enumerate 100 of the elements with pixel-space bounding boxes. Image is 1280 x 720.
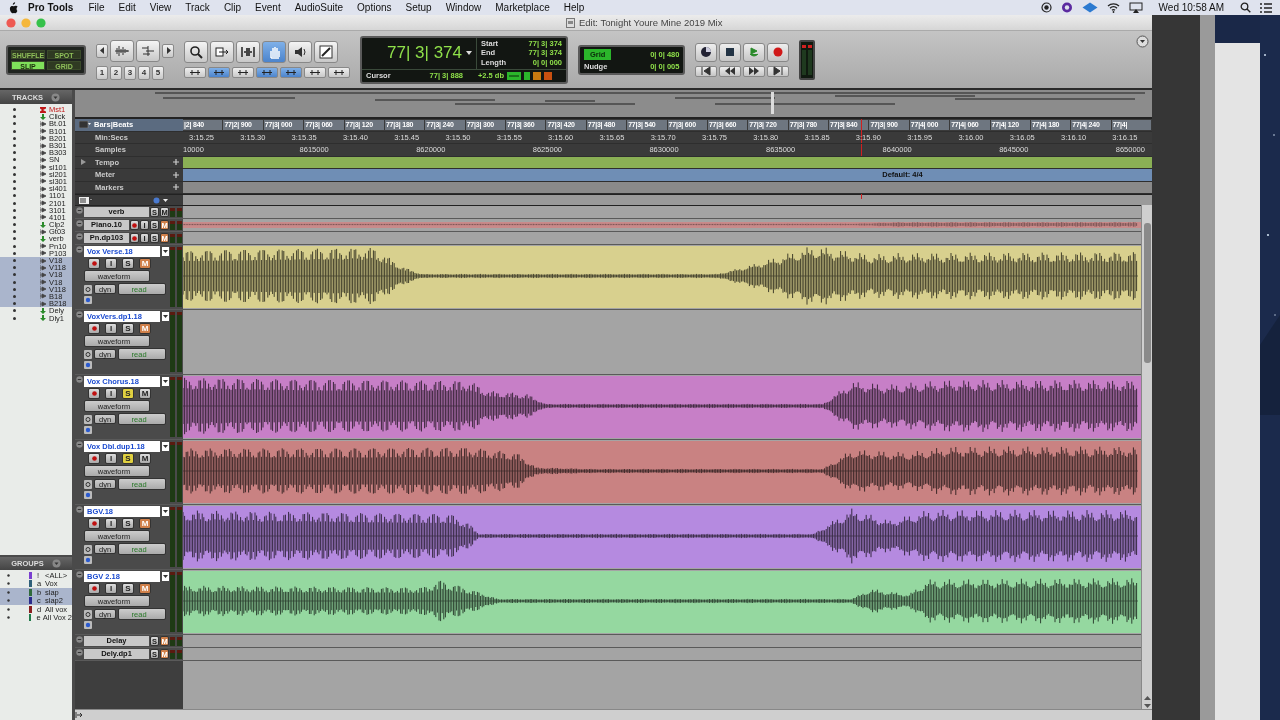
toolbar-toggle-button[interactable] — [280, 67, 302, 78]
waveform-zoom-button[interactable] — [110, 39, 134, 62]
active-dot-icon[interactable] — [7, 599, 10, 603]
close-button[interactable] — [6, 17, 16, 28]
mute-button[interactable]: M — [139, 388, 151, 399]
toolbar-toggle-button[interactable] — [184, 67, 206, 78]
collapse-icon[interactable] — [76, 571, 83, 578]
go-to-end-button[interactable] — [767, 65, 790, 77]
visibility-dot-icon[interactable] — [13, 194, 16, 198]
trim-tool-button[interactable] — [210, 41, 234, 63]
menu-item[interactable]: Window — [438, 2, 489, 13]
speaker-tool-button[interactable] — [288, 41, 312, 63]
solo-button[interactable]: S — [122, 453, 134, 464]
menu-item[interactable]: AudioSuite — [287, 2, 351, 13]
visibility-dot-icon[interactable] — [13, 230, 16, 234]
menu-item[interactable]: Edit — [111, 2, 143, 13]
visibility-dot-icon[interactable] — [13, 259, 16, 263]
gear-icon[interactable] — [84, 349, 92, 359]
menu-item[interactable]: Track — [178, 2, 217, 13]
selector-tool-button[interactable] — [236, 41, 260, 63]
input-monitor-button[interactable]: I — [105, 453, 117, 464]
wifi-icon[interactable] — [1106, 2, 1120, 13]
timebase-icon[interactable] — [153, 196, 171, 204]
gear-icon[interactable] — [84, 284, 92, 294]
zoom-preset-button[interactable]: 1 — [96, 65, 108, 80]
menu-icon[interactable] — [1260, 2, 1272, 13]
visibility-dot-icon[interactable] — [13, 179, 16, 183]
visibility-dot-icon[interactable] — [13, 316, 16, 320]
rewind-button[interactable] — [719, 65, 742, 77]
record-enable-button[interactable] — [130, 233, 139, 243]
toolbar-toggle-button[interactable] — [256, 67, 278, 78]
toolbar-toggle-button[interactable] — [328, 67, 350, 78]
link-icon[interactable] — [507, 71, 521, 80]
dropdown-arrow-icon[interactable] — [466, 51, 472, 55]
record-button[interactable] — [767, 42, 790, 62]
visibility-dot-icon[interactable] — [13, 187, 16, 191]
play-button[interactable] — [743, 42, 766, 62]
collapse-icon[interactable] — [76, 207, 83, 214]
solo-button[interactable]: S — [122, 388, 134, 399]
gear-icon[interactable] — [84, 414, 92, 424]
apple-menu-icon[interactable] — [8, 1, 20, 14]
visibility-dot-icon[interactable] — [13, 251, 16, 255]
active-dot-icon[interactable] — [7, 573, 10, 577]
fast-forward-button[interactable] — [743, 65, 766, 77]
record-enable-button[interactable] — [88, 518, 100, 529]
sync-icon[interactable] — [1060, 2, 1073, 13]
search-icon[interactable] — [1240, 2, 1251, 13]
visibility-dot-icon[interactable] — [13, 244, 16, 248]
collapse-icon[interactable] — [76, 233, 83, 240]
record-enable-button[interactable] — [88, 453, 100, 464]
memory-icon[interactable] — [524, 71, 530, 80]
zoom-out-button[interactable] — [96, 43, 108, 58]
return-to-zero-button[interactable] — [695, 65, 718, 77]
airplay-icon[interactable] — [1128, 2, 1143, 13]
visibility-dot-icon[interactable] — [13, 136, 16, 140]
scroll-arrows-icon[interactable] — [1143, 695, 1151, 709]
visibility-dot-icon[interactable] — [13, 215, 16, 219]
vertical-scrollbar[interactable] — [1141, 205, 1152, 709]
input-monitor-button[interactable]: I — [105, 258, 117, 269]
collapse-icon[interactable] — [76, 506, 83, 513]
visibility-dot-icon[interactable] — [13, 309, 16, 313]
active-dot-icon[interactable] — [7, 582, 10, 586]
solo-button[interactable]: S — [122, 518, 134, 529]
zoom-tool-button[interactable] — [184, 41, 208, 63]
dropdown-icon[interactable] — [162, 572, 169, 581]
record-enable-button[interactable] — [88, 583, 100, 594]
record-enable-button[interactable] — [130, 220, 139, 230]
zoom-preset-button[interactable]: 2 — [110, 65, 122, 80]
menu-item[interactable]: View — [142, 2, 179, 13]
visibility-dot-icon[interactable] — [13, 294, 16, 298]
visibility-dot-icon[interactable] — [13, 115, 16, 119]
collapse-icon[interactable] — [76, 311, 83, 318]
gear-icon[interactable] — [84, 609, 92, 619]
active-dot-icon[interactable] — [7, 616, 10, 620]
record-status-icon[interactable] — [1040, 2, 1052, 13]
dropdown-icon[interactable] — [162, 312, 169, 321]
collapse-icon[interactable] — [76, 376, 83, 383]
menu-item[interactable]: Clip — [216, 2, 249, 13]
menu-item[interactable]: Help — [556, 2, 592, 13]
zoom-preset-button[interactable]: 5 — [152, 65, 164, 80]
visibility-dot-icon[interactable] — [13, 302, 16, 306]
zoom-preset-button[interactable]: 3 — [124, 65, 136, 80]
visibility-dot-icon[interactable] — [13, 287, 16, 291]
online-button[interactable] — [695, 42, 718, 62]
menu-item[interactable]: Event — [248, 2, 288, 13]
record-enable-button[interactable] — [88, 258, 100, 269]
ruler-view-icon[interactable] — [79, 121, 91, 129]
input-monitor-button[interactable]: I — [105, 518, 117, 529]
options-menu-icon[interactable] — [1136, 35, 1149, 48]
solo-button[interactable]: S — [122, 583, 134, 594]
add-icon[interactable] — [173, 171, 179, 178]
toolbar-toggle-button[interactable] — [232, 67, 254, 78]
dropdown-icon[interactable] — [162, 442, 169, 451]
menu-item[interactable]: Setup — [398, 2, 439, 13]
visibility-dot-icon[interactable] — [13, 223, 16, 227]
record-enable-button[interactable] — [88, 388, 100, 399]
visibility-dot-icon[interactable] — [13, 165, 16, 169]
visibility-dot-icon[interactable] — [13, 172, 16, 176]
dropdown-icon[interactable] — [162, 507, 169, 516]
gear-icon[interactable] — [84, 479, 92, 489]
